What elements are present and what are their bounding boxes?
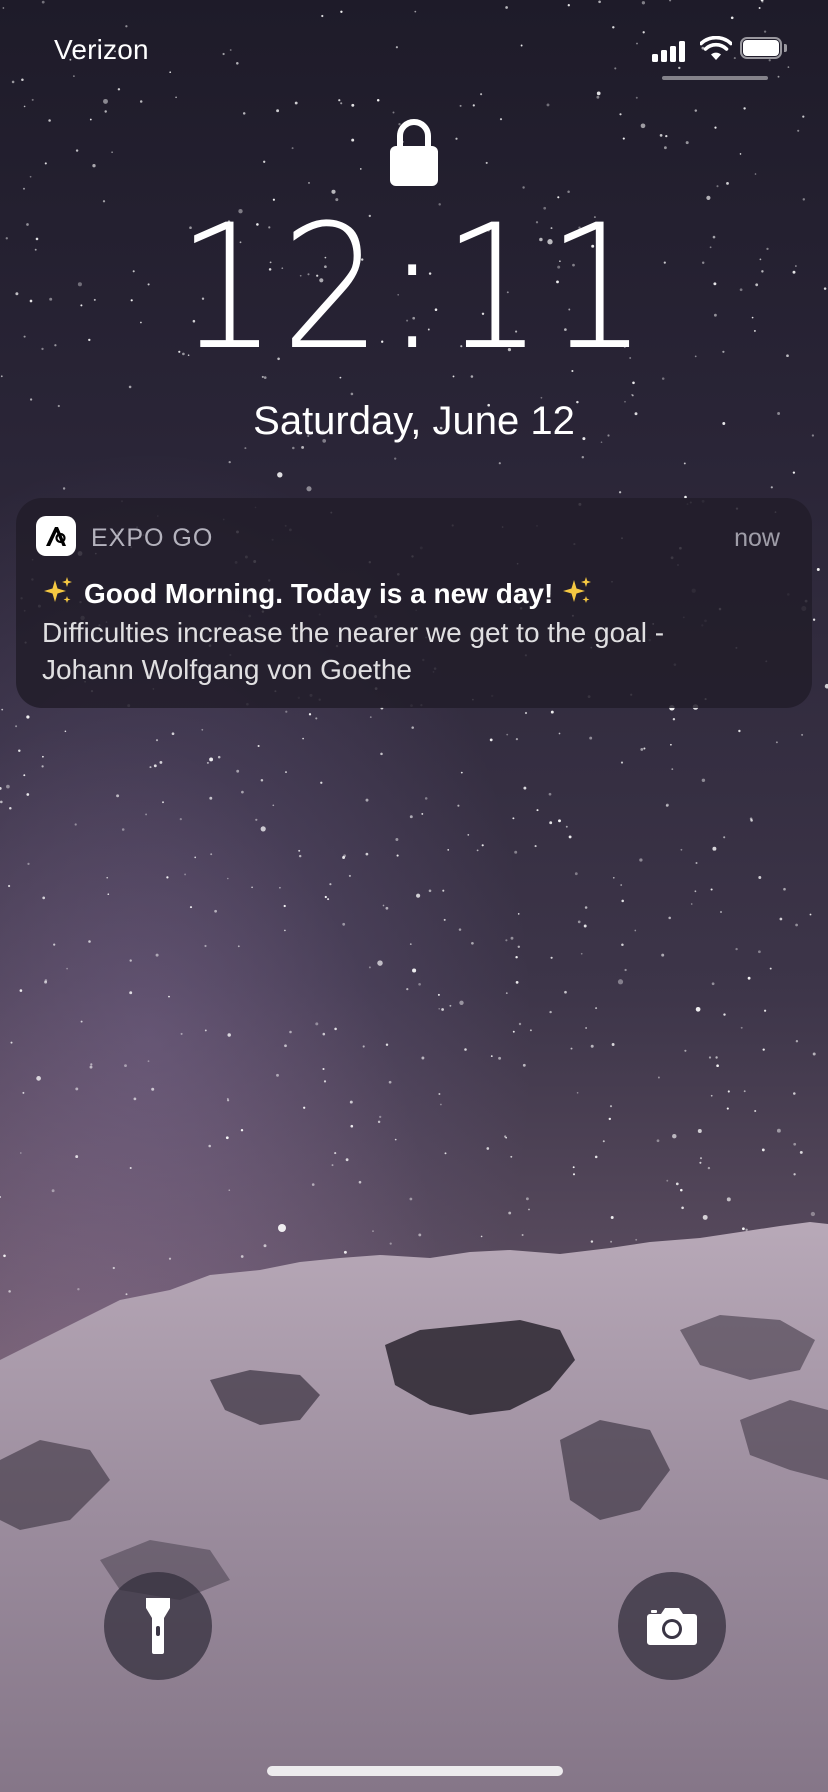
- control-center-indicator[interactable]: [662, 76, 768, 80]
- lock-screen-time: 12:11: [176, 187, 652, 388]
- expo-go-app-icon: [36, 516, 76, 556]
- sparkles-icon: [563, 577, 592, 603]
- lock-screen-date: Saturday, June 12: [253, 399, 575, 443]
- camera-button[interactable]: [618, 1572, 726, 1680]
- sparkles-icon: [44, 577, 72, 603]
- notification-body-line: Difficulties increase the nearer we get …: [42, 617, 665, 648]
- home-indicator[interactable]: [267, 1766, 563, 1776]
- flashlight-button[interactable]: [104, 1572, 212, 1680]
- camera-icon: [647, 1608, 697, 1645]
- carrier-label: Verizon: [54, 34, 149, 65]
- notification-body: Difficulties increase the nearer we get …: [42, 614, 792, 688]
- flashlight-icon: [146, 1598, 170, 1654]
- notification-card[interactable]: EXPO GO now Good Morning. Today is a new…: [16, 498, 812, 708]
- notification-body-line: Johann Wolfgang von Goethe: [42, 654, 412, 685]
- wifi-icon: [700, 36, 732, 60]
- notification-app-name: EXPO GO: [91, 524, 214, 552]
- lock-icon: [390, 119, 438, 186]
- notification-title: Good Morning. Today is a new day!: [42, 576, 792, 610]
- battery-icon: [740, 37, 790, 61]
- notification-title-text: Good Morning. Today is a new day!: [84, 578, 554, 609]
- cellular-signal-icon: [652, 40, 688, 62]
- notification-time: now: [734, 524, 780, 552]
- status-bar: Verizon: [0, 0, 828, 100]
- lock-screen: Verizon 12:11 Saturday, June 12 EXPO GO …: [0, 0, 828, 1792]
